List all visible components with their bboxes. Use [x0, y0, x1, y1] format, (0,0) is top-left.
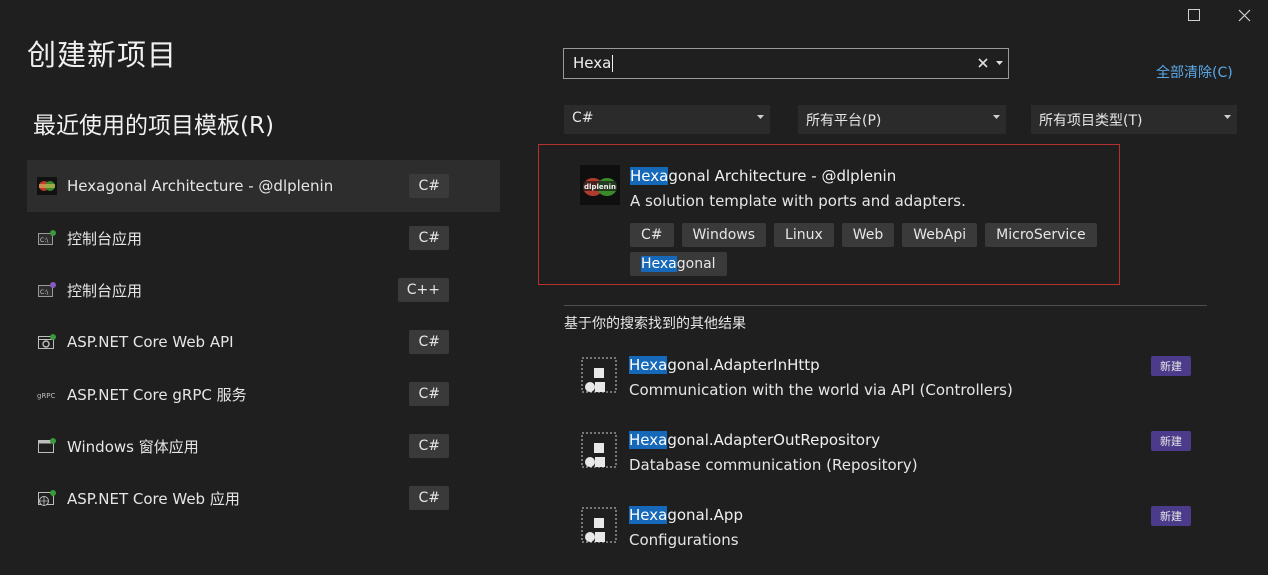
svg-text:C:\: C:\ [40, 237, 49, 244]
project-template-icon [581, 357, 617, 393]
recent-item-label: ASP.NET Core gRPC 服务 [67, 385, 247, 404]
tag-webapi: WebApi [902, 223, 978, 247]
platform-filter-value: 所有平台(P) [806, 113, 882, 129]
svg-text:gRPC: gRPC [37, 392, 56, 400]
clear-search-button[interactable] [975, 55, 991, 71]
other-result-adapter-in-http[interactable]: Hexagonal.AdapterInHttp Communication wi… [564, 356, 1194, 416]
web-api-icon [37, 332, 57, 352]
tag-web: Web [841, 223, 895, 247]
recent-item-windows-forms[interactable]: Windows 窗体应用 C# [27, 420, 500, 472]
template-tags: C# Windows Linux Web WebApi MicroService… [630, 223, 1110, 276]
hexagonal-logo-icon [37, 176, 57, 196]
clear-all-link[interactable]: 全部清除(C) [1156, 62, 1233, 82]
tag-hexagonal: Hexa gonal [630, 252, 727, 276]
selected-template-result[interactable]: dlplenin Hexagonal Architecture - @dlple… [538, 144, 1120, 285]
project-type-filter-dropdown[interactable]: 所有项目类型(T) [1031, 105, 1237, 134]
tag-microservice: MicroService [985, 223, 1097, 247]
page-title: 创建新项目 [27, 38, 178, 72]
search-match-highlight: Hexa [629, 356, 668, 374]
project-type-filter-value: 所有项目类型(T) [1039, 113, 1143, 129]
logo-text: dlplenin [584, 183, 616, 191]
search-match-highlight: Hexa [629, 506, 668, 524]
recent-item-console-cpp[interactable]: C:\ 控制台应用 C++ [27, 264, 500, 316]
template-name-rest: gonal.App [667, 506, 743, 524]
language-badge: C# [409, 330, 449, 354]
template-description: Communication with the world via API (Co… [629, 381, 1013, 399]
template-name: Hexagonal Architecture - @dlplenin [630, 167, 896, 185]
tag-csharp: C# [630, 223, 674, 247]
template-name-rest: gonal Architecture - @dlplenin [668, 167, 897, 185]
web-app-icon [37, 488, 57, 508]
recent-item-label: 控制台应用 [67, 229, 143, 248]
search-history-dropdown[interactable] [993, 55, 1005, 71]
search-input-value: Hexa [573, 54, 612, 72]
language-badge: C# [409, 174, 449, 198]
search-match-highlight: Hexa [641, 256, 677, 272]
windows-forms-icon [37, 436, 57, 456]
dropdown-arrow-icon [995, 61, 1003, 65]
recent-templates-heading: 最近使用的项目模板(R) [33, 113, 274, 139]
hexagonal-logo-icon: dlplenin [580, 165, 620, 205]
platform-filter-dropdown[interactable]: 所有平台(P) [798, 105, 1006, 134]
project-template-icon [581, 432, 617, 468]
recent-item-label: ASP.NET Core Web 应用 [67, 489, 240, 508]
language-badge: C# [409, 226, 449, 250]
chevron-down-icon [993, 115, 1000, 119]
clear-icon [978, 58, 988, 68]
results-divider [564, 305, 1207, 306]
recent-templates-list: Hexagonal Architecture - @dlplenin C# C:… [27, 160, 500, 524]
new-badge: 新建 [1151, 506, 1191, 526]
template-search-input[interactable]: Hexa [563, 48, 1009, 79]
language-filter-value: C# [572, 110, 594, 126]
chevron-down-icon [757, 115, 764, 119]
tag-linux: Linux [774, 223, 834, 247]
other-results-heading: 基于你的搜索找到的其他结果 [564, 316, 746, 332]
language-filter-dropdown[interactable]: C# [564, 105, 770, 134]
recent-item-label: Windows 窗体应用 [67, 437, 199, 456]
template-name: Hexagonal.App [629, 506, 743, 524]
console-app-icon: C:\ [37, 228, 57, 248]
close-button[interactable] [1230, 4, 1258, 26]
language-badge: C# [409, 434, 449, 458]
recent-item-label: ASP.NET Core Web API [67, 333, 234, 351]
recent-item-console-csharp[interactable]: C:\ 控制台应用 C# [27, 212, 500, 264]
template-description: Database communication (Repository) [629, 456, 918, 474]
template-name: Hexagonal.AdapterOutRepository [629, 431, 880, 449]
search-match-highlight: Hexa [629, 431, 668, 449]
language-badge: C# [409, 382, 449, 406]
other-result-adapter-out-repository[interactable]: Hexagonal.AdapterOutRepository Database … [564, 431, 1194, 491]
chevron-down-icon [1224, 115, 1231, 119]
recent-item-label: 控制台应用 [67, 281, 143, 300]
other-result-app[interactable]: Hexagonal.App Configurations 新建 [564, 506, 1194, 566]
tag-hexagonal-rest: gonal [676, 256, 716, 272]
svg-text:C:\: C:\ [40, 289, 49, 296]
recent-item-web-api[interactable]: ASP.NET Core Web API C# [27, 316, 500, 368]
project-template-icon [581, 507, 617, 543]
recent-item-hexagonal[interactable]: Hexagonal Architecture - @dlplenin C# [27, 160, 500, 212]
search-match-highlight: Hexa [630, 167, 669, 185]
language-badge: C++ [397, 278, 449, 302]
new-badge: 新建 [1151, 356, 1191, 376]
maximize-button[interactable] [1180, 4, 1208, 26]
template-name-rest: gonal.AdapterOutRepository [667, 431, 881, 449]
tag-windows: Windows [681, 223, 767, 247]
text-caret [612, 55, 614, 72]
recent-item-web-app[interactable]: ASP.NET Core Web 应用 C# [27, 472, 500, 524]
grpc-icon: gRPC [37, 384, 57, 404]
template-description: Configurations [629, 531, 739, 549]
console-app-icon: C:\ [37, 280, 57, 300]
recent-item-grpc[interactable]: gRPC ASP.NET Core gRPC 服务 C# [27, 368, 500, 420]
close-icon [1238, 9, 1250, 21]
maximize-icon [1188, 9, 1200, 21]
new-badge: 新建 [1151, 431, 1191, 451]
recent-item-label: Hexagonal Architecture - @dlplenin [67, 177, 334, 195]
template-name: Hexagonal.AdapterInHttp [629, 356, 820, 374]
template-name-rest: gonal.AdapterInHttp [667, 356, 820, 374]
language-badge: C# [409, 486, 449, 510]
template-description: A solution template with ports and adapt… [630, 192, 966, 210]
